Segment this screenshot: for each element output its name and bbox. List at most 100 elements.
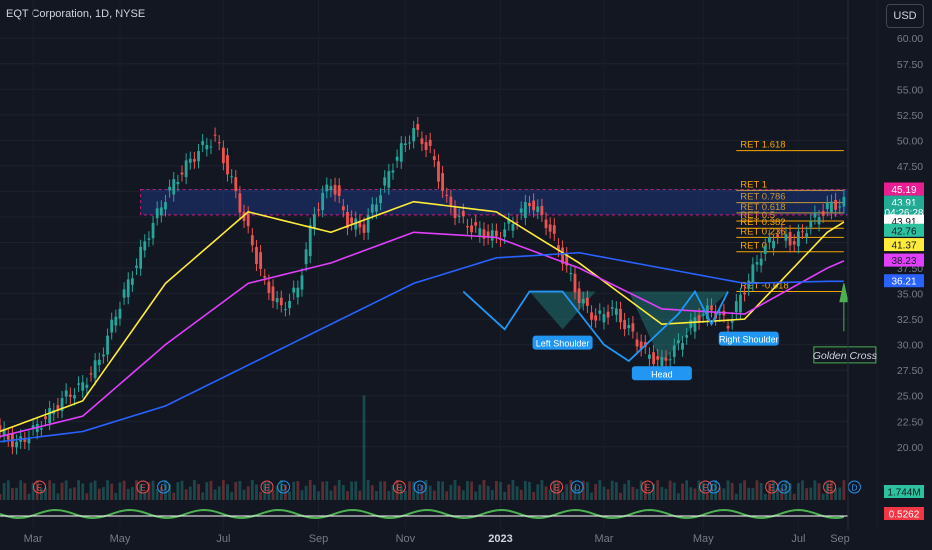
volume-bar [838, 487, 842, 500]
volume-bar [68, 488, 72, 500]
candle-body [399, 143, 403, 162]
volume-bar [15, 487, 18, 500]
y-tick-label: 50.00 [897, 135, 923, 147]
event-marker-label: E [827, 483, 833, 493]
candle-body [321, 192, 325, 211]
volume-bar [271, 489, 275, 500]
candle-body [693, 317, 697, 332]
candle-body [118, 308, 122, 319]
x-tick-label: May [693, 533, 714, 545]
ma-line [0, 231, 845, 438]
candle-body [817, 217, 821, 225]
candle-body [772, 240, 775, 249]
candle-body [395, 156, 399, 161]
volume-bar [763, 493, 767, 500]
volume-bar [606, 489, 610, 500]
volume-bar [656, 480, 660, 500]
volume-bar [56, 493, 60, 500]
volume-bar [221, 480, 225, 500]
candle-body [193, 159, 196, 162]
candle-body [130, 278, 134, 285]
grid [0, 0, 878, 530]
volume-bar [598, 480, 602, 500]
candle-body [842, 196, 846, 207]
candle-body [333, 184, 337, 195]
candle-body [734, 301, 738, 312]
candle-body [718, 313, 722, 315]
volume-bar [441, 481, 445, 500]
candle-body [226, 155, 229, 175]
event-marker-label: D [711, 483, 717, 493]
x-tick-label: Mar [24, 533, 43, 545]
candle-body [230, 176, 234, 178]
price-label: 38.23 [891, 256, 916, 267]
event-marker-label: D [417, 483, 423, 493]
volume-bar [428, 485, 432, 500]
volume-bar [358, 490, 362, 500]
candle-body [763, 245, 767, 254]
candle-body [416, 124, 420, 130]
volume-bar [114, 493, 118, 500]
price-label: 42.76 [891, 226, 916, 237]
candle-body [796, 231, 800, 247]
candle-body [325, 184, 329, 192]
volume-bar [172, 492, 176, 500]
candle-body [279, 297, 283, 306]
y-tick-label: 27.50 [897, 365, 923, 377]
volume-bar [503, 491, 507, 500]
volume-bar [201, 492, 205, 500]
volume-bar [681, 483, 684, 500]
candle-body [635, 339, 639, 347]
candle-body [267, 281, 271, 293]
candle-body [77, 383, 80, 385]
candle-body [511, 223, 515, 231]
candle-body [97, 359, 101, 366]
candle-body [296, 287, 300, 298]
candle-body [246, 213, 250, 227]
x-tick-label: 2023 [488, 533, 512, 545]
candle-body [470, 225, 473, 233]
candle-body [122, 289, 126, 298]
volume-bar [250, 480, 254, 500]
volume-bar [585, 482, 589, 500]
volume-bar [623, 483, 627, 500]
volume-bar [648, 492, 651, 500]
candle-body [197, 151, 200, 162]
candle-body [743, 292, 746, 295]
candle-body [548, 224, 552, 232]
volume-bar [52, 483, 56, 500]
y-tick-label: 35.00 [897, 289, 923, 301]
candle-body [573, 273, 577, 293]
volume-bar [77, 480, 80, 500]
volume-bar [519, 489, 523, 500]
candle-body [668, 359, 672, 361]
volume-bar [234, 481, 238, 500]
candle-body [308, 225, 312, 257]
candle-body [110, 319, 114, 333]
volume-bar [126, 488, 130, 500]
x-tick-label: Sep [309, 533, 329, 545]
candle-body [461, 210, 465, 217]
volume-bar [130, 486, 134, 500]
volume-bar [354, 481, 358, 500]
volume-bar [610, 480, 614, 500]
y-tick-label: 20.00 [897, 442, 923, 454]
event-marker-label: E [554, 483, 560, 493]
candle-body [180, 172, 184, 175]
volume-bar [403, 490, 407, 500]
volume-bar [478, 484, 482, 500]
oscillator-line [0, 508, 845, 520]
candle-body [168, 186, 171, 191]
candle-body [383, 177, 387, 186]
candle-body [114, 316, 118, 326]
volume-bar [544, 486, 548, 500]
volume-bar [346, 491, 349, 500]
price-chart[interactable]: RET 1.618RET 1RET 0.786RET 0.618RET 0.5R… [0, 0, 932, 550]
volume-bar [548, 489, 552, 500]
candle-body [801, 231, 804, 233]
volume-bar [325, 481, 329, 500]
candle-body [590, 312, 593, 320]
candle-body [126, 279, 130, 298]
candle-body [813, 212, 817, 218]
candle-body [81, 382, 85, 391]
